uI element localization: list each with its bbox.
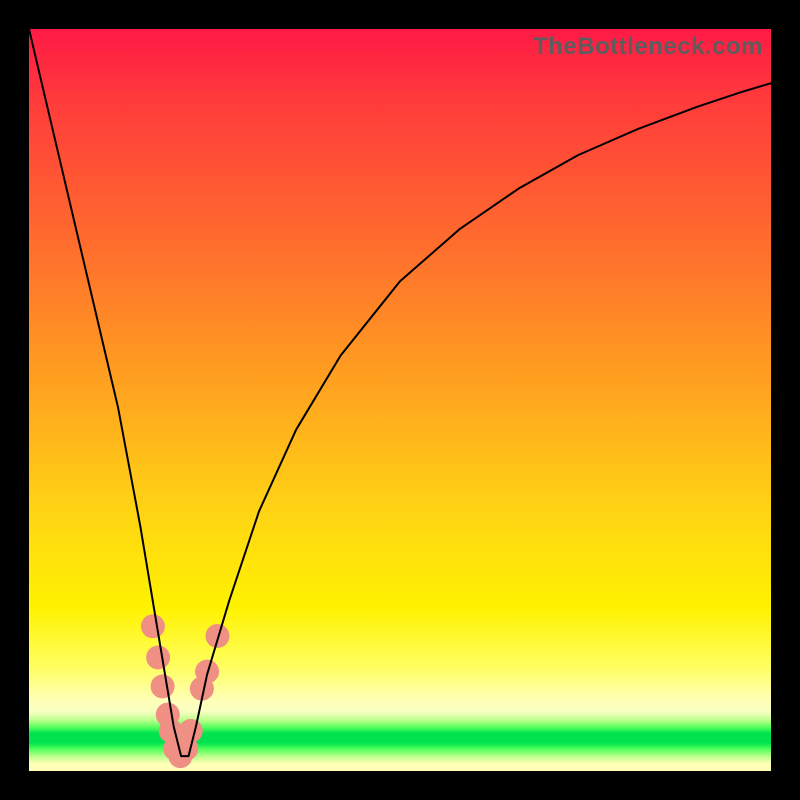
plot-area: TheBottleneck.com	[29, 29, 771, 771]
marker-dot	[151, 674, 175, 698]
marker-dot	[205, 624, 229, 648]
marker-dot	[179, 719, 203, 743]
marker-dot	[146, 645, 170, 669]
chart-overlay	[29, 29, 771, 771]
marker-dot	[141, 614, 165, 638]
marker-layer	[141, 614, 230, 768]
bottleneck-curve	[29, 29, 771, 756]
chart-frame: TheBottleneck.com	[0, 0, 800, 800]
